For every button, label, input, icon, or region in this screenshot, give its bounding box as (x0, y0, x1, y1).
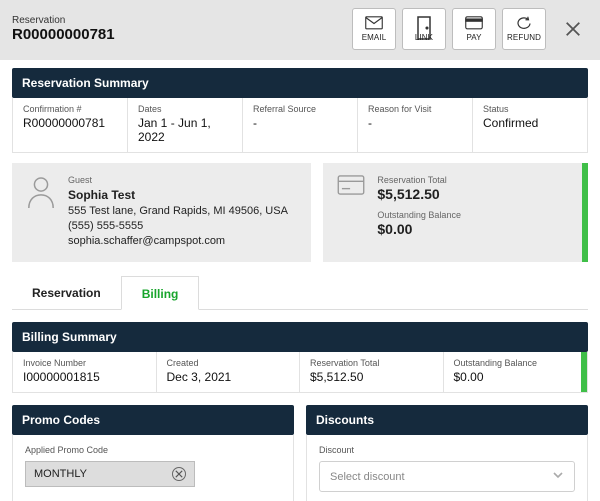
dates-value: Jan 1 - Jun 1, 2022 (138, 116, 232, 144)
discounts-header: Discounts (306, 405, 588, 435)
invoice-label: Invoice Number (23, 358, 146, 368)
reservation-total-value: $5,512.50 (377, 186, 461, 202)
discount-placeholder: Select discount (330, 471, 405, 483)
outstanding-value: $0.00 (377, 221, 461, 237)
created-value: Dec 3, 2021 (167, 370, 290, 384)
credit-card-icon (465, 16, 483, 30)
guest-address: 555 Test lane, Grand Rapids, MI 49506, U… (68, 205, 288, 217)
created-label: Created (167, 358, 290, 368)
billing-summary-row: Invoice Number I00000001815 Created Dec … (12, 352, 588, 393)
avatar-icon (26, 175, 56, 250)
reason-label: Reason for Visit (368, 104, 462, 114)
modal-header: Reservation R00000000781 EMAIL LINK PA (0, 0, 600, 60)
reservation-summary-header: Reservation Summary (12, 68, 588, 98)
refund-button[interactable]: REFUND (502, 8, 546, 50)
discount-select[interactable]: Select discount (319, 461, 575, 492)
link-button[interactable]: LINK (402, 8, 446, 50)
billing-total-label: Reservation Total (310, 358, 433, 368)
promo-chip: MONTHLY (25, 461, 195, 487)
email-button[interactable]: EMAIL (352, 8, 396, 50)
billing-summary-header: Billing Summary (12, 322, 588, 352)
guest-name: Sophia Test (68, 188, 288, 202)
balance-card: Reservation Total $5,512.50 Outstanding … (323, 163, 588, 262)
status-value: Confirmed (483, 116, 577, 130)
dates-label: Dates (138, 104, 232, 114)
refund-button-label: REFUND (507, 33, 541, 42)
link-button-label: LINK (415, 33, 433, 42)
header-label: Reservation (12, 15, 115, 26)
reservation-total-label: Reservation Total (377, 175, 461, 185)
promo-code-value: MONTHLY (34, 468, 87, 480)
pay-button-label: PAY (466, 33, 481, 42)
remove-promo-button[interactable] (172, 467, 186, 481)
referral-value: - (253, 116, 347, 130)
chevron-down-icon (552, 469, 564, 484)
invoice-value: I00000001815 (23, 370, 146, 384)
promo-codes-header: Promo Codes (12, 405, 294, 435)
confirmation-label: Confirmation # (23, 104, 117, 114)
confirmation-value: R00000000781 (23, 116, 117, 130)
referral-label: Referral Source (253, 104, 347, 114)
reservation-summary-row: Confirmation # R00000000781 Dates Jan 1 … (12, 98, 588, 153)
guest-phone: (555) 555-5555 (68, 220, 288, 232)
envelope-icon (365, 16, 383, 30)
refund-icon (515, 16, 533, 30)
billing-status-stripe (581, 352, 587, 392)
reason-value: - (368, 116, 462, 130)
door-icon (415, 16, 433, 30)
billing-outstanding-label: Outstanding Balance (454, 358, 577, 368)
discount-label: Discount (319, 445, 575, 455)
tab-reservation[interactable]: Reservation (12, 276, 121, 309)
status-stripe (582, 163, 588, 262)
guest-label: Guest (68, 175, 288, 185)
tab-billing[interactable]: Billing (121, 276, 200, 310)
guest-email: sophia.schaffer@campspot.com (68, 235, 288, 247)
tab-bar: Reservation Billing (12, 276, 588, 310)
payment-card-icon (337, 175, 365, 250)
outstanding-label: Outstanding Balance (377, 210, 461, 220)
reservation-code: R00000000781 (12, 26, 115, 43)
status-label: Status (483, 104, 577, 114)
guest-card: Guest Sophia Test 555 Test lane, Grand R… (12, 163, 311, 262)
email-button-label: EMAIL (362, 33, 387, 42)
applied-promo-label: Applied Promo Code (25, 445, 281, 455)
billing-total-value: $5,512.50 (310, 370, 433, 384)
pay-button[interactable]: PAY (452, 8, 496, 50)
billing-outstanding-value: $0.00 (454, 370, 577, 384)
close-button[interactable] (558, 14, 588, 44)
